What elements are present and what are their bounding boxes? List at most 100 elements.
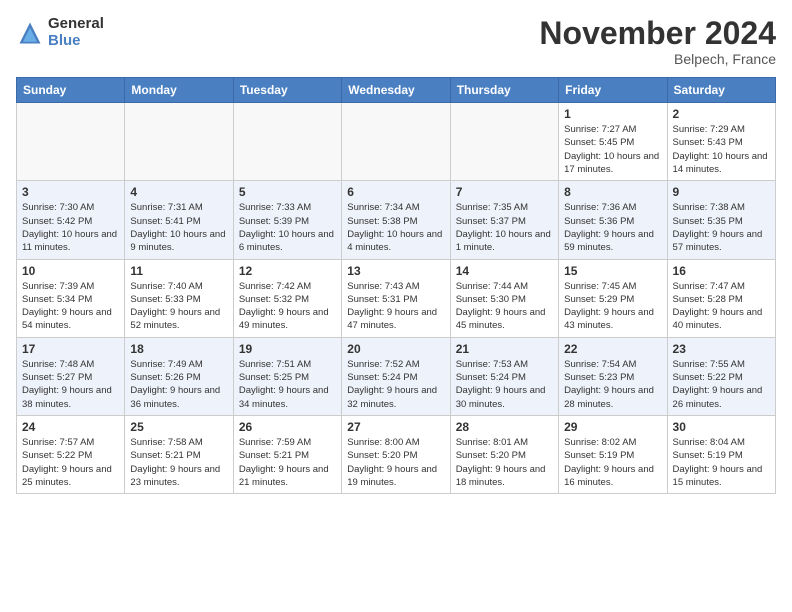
day-info: Sunrise: 7:39 AM Sunset: 5:34 PM Dayligh…: [22, 280, 119, 333]
calendar-cell: 21Sunrise: 7:53 AM Sunset: 5:24 PM Dayli…: [450, 337, 558, 415]
calendar-cell: 14Sunrise: 7:44 AM Sunset: 5:30 PM Dayli…: [450, 259, 558, 337]
calendar-week-4: 24 Sunrise: 7:57 AM Sunset: 5:22 PM Dayli…: [17, 415, 776, 493]
calendar-cell: 25Sunrise: 7:58 AM Sunset: 5:21 PM Dayli…: [125, 415, 233, 493]
calendar-cell: [125, 103, 233, 181]
day-info: Sunrise: 7:40 AM Sunset: 5:33 PM Dayligh…: [130, 280, 227, 333]
day-info: Sunrise: 8:01 AM Sunset: 5:20 PM Dayligh…: [456, 436, 553, 489]
day-info: Sunrise: 7:38 AM Sunset: 5:35 PM Dayligh…: [673, 201, 770, 254]
calendar-cell: 16 Sunrise: 7:47 AM Sunset: 5:28 PM Dayli…: [667, 259, 775, 337]
calendar-cell: 19 Sunrise: 7:51 AM Sunset: 5:25 PM Dayli…: [233, 337, 341, 415]
page: General Blue November 2024 Belpech, Fran…: [0, 0, 792, 506]
weekday-header-row: Sunday Monday Tuesday Wednesday Thursday…: [17, 78, 776, 103]
day-number: 30: [673, 420, 770, 434]
calendar-cell: 5 Sunrise: 7:33 AM Sunset: 5:39 PM Daylig…: [233, 181, 341, 259]
logo: General Blue: [16, 16, 104, 49]
day-info: Sunrise: 7:33 AM Sunset: 5:39 PM Dayligh…: [239, 201, 336, 254]
calendar-cell: 8Sunrise: 7:36 AM Sunset: 5:36 PM Daylig…: [559, 181, 667, 259]
day-number: 18: [130, 342, 227, 356]
day-info: Sunrise: 7:27 AM Sunset: 5:45 PM Dayligh…: [564, 123, 661, 176]
day-number: 12: [239, 264, 336, 278]
logo-text: General Blue: [48, 16, 104, 49]
calendar-cell: 17 Sunrise: 7:48 AM Sunset: 5:27 PM Dayli…: [17, 337, 125, 415]
day-number: 9: [673, 185, 770, 199]
title-block: November 2024 Belpech, France: [539, 16, 776, 67]
day-number: 6: [347, 185, 444, 199]
day-info: Sunrise: 7:43 AM Sunset: 5:31 PM Dayligh…: [347, 280, 444, 333]
calendar-cell: 11 Sunrise: 7:40 AM Sunset: 5:33 PM Dayli…: [125, 259, 233, 337]
logo-blue: Blue: [48, 33, 104, 50]
header-monday: Monday: [125, 78, 233, 103]
calendar-cell: 27Sunrise: 8:00 AM Sunset: 5:20 PM Dayli…: [342, 415, 450, 493]
day-number: 19: [239, 342, 336, 356]
day-info: Sunrise: 7:45 AM Sunset: 5:29 PM Dayligh…: [564, 280, 661, 333]
day-number: 3: [22, 185, 119, 199]
day-number: 29: [564, 420, 661, 434]
calendar-cell: 26 Sunrise: 7:59 AM Sunset: 5:21 PM Dayli…: [233, 415, 341, 493]
calendar-cell: [342, 103, 450, 181]
calendar-week-1: 3Sunrise: 7:30 AM Sunset: 5:42 PM Daylig…: [17, 181, 776, 259]
day-info: Sunrise: 7:49 AM Sunset: 5:26 PM Dayligh…: [130, 358, 227, 411]
day-info: Sunrise: 7:59 AM Sunset: 5:21 PM Dayligh…: [239, 436, 336, 489]
day-info: Sunrise: 7:48 AM Sunset: 5:27 PM Dayligh…: [22, 358, 119, 411]
day-info: Sunrise: 7:29 AM Sunset: 5:43 PM Dayligh…: [673, 123, 770, 176]
day-number: 11: [130, 264, 227, 278]
calendar-cell: 24 Sunrise: 7:57 AM Sunset: 5:22 PM Dayli…: [17, 415, 125, 493]
day-number: 22: [564, 342, 661, 356]
day-number: 21: [456, 342, 553, 356]
day-info: Sunrise: 7:35 AM Sunset: 5:37 PM Dayligh…: [456, 201, 553, 254]
calendar-cell: 10 Sunrise: 7:39 AM Sunset: 5:34 PM Dayli…: [17, 259, 125, 337]
day-number: 13: [347, 264, 444, 278]
day-info: Sunrise: 7:34 AM Sunset: 5:38 PM Dayligh…: [347, 201, 444, 254]
calendar-week-0: 1 Sunrise: 7:27 AM Sunset: 5:45 PM Daylig…: [17, 103, 776, 181]
day-info: Sunrise: 7:52 AM Sunset: 5:24 PM Dayligh…: [347, 358, 444, 411]
calendar-cell: 30 Sunrise: 8:04 AM Sunset: 5:19 PM Dayli…: [667, 415, 775, 493]
day-number: 20: [347, 342, 444, 356]
month-title: November 2024: [539, 16, 776, 51]
calendar-cell: 18 Sunrise: 7:49 AM Sunset: 5:26 PM Dayli…: [125, 337, 233, 415]
day-info: Sunrise: 7:57 AM Sunset: 5:22 PM Dayligh…: [22, 436, 119, 489]
day-number: 10: [22, 264, 119, 278]
day-info: Sunrise: 7:47 AM Sunset: 5:28 PM Dayligh…: [673, 280, 770, 333]
day-number: 25: [130, 420, 227, 434]
calendar-week-2: 10 Sunrise: 7:39 AM Sunset: 5:34 PM Dayli…: [17, 259, 776, 337]
day-info: Sunrise: 7:54 AM Sunset: 5:23 PM Dayligh…: [564, 358, 661, 411]
day-number: 5: [239, 185, 336, 199]
day-number: 26: [239, 420, 336, 434]
calendar-week-3: 17 Sunrise: 7:48 AM Sunset: 5:27 PM Dayli…: [17, 337, 776, 415]
day-number: 16: [673, 264, 770, 278]
day-info: Sunrise: 7:31 AM Sunset: 5:41 PM Dayligh…: [130, 201, 227, 254]
calendar-cell: 15 Sunrise: 7:45 AM Sunset: 5:29 PM Dayli…: [559, 259, 667, 337]
header-sunday: Sunday: [17, 78, 125, 103]
calendar-cell: 20 Sunrise: 7:52 AM Sunset: 5:24 PM Dayli…: [342, 337, 450, 415]
day-number: 15: [564, 264, 661, 278]
day-number: 2: [673, 107, 770, 121]
day-number: 28: [456, 420, 553, 434]
calendar-cell: [17, 103, 125, 181]
day-number: 24: [22, 420, 119, 434]
logo-icon: [16, 19, 44, 47]
day-number: 4: [130, 185, 227, 199]
day-info: Sunrise: 8:04 AM Sunset: 5:19 PM Dayligh…: [673, 436, 770, 489]
day-number: 1: [564, 107, 661, 121]
calendar-cell: 2 Sunrise: 7:29 AM Sunset: 5:43 PM Daylig…: [667, 103, 775, 181]
calendar-cell: 7Sunrise: 7:35 AM Sunset: 5:37 PM Daylig…: [450, 181, 558, 259]
day-info: Sunrise: 8:02 AM Sunset: 5:19 PM Dayligh…: [564, 436, 661, 489]
day-number: 17: [22, 342, 119, 356]
day-number: 8: [564, 185, 661, 199]
header-saturday: Saturday: [667, 78, 775, 103]
calendar-cell: 23Sunrise: 7:55 AM Sunset: 5:22 PM Dayli…: [667, 337, 775, 415]
calendar-cell: 22 Sunrise: 7:54 AM Sunset: 5:23 PM Dayli…: [559, 337, 667, 415]
logo-general: General: [48, 16, 104, 33]
day-number: 23: [673, 342, 770, 356]
day-info: Sunrise: 7:44 AM Sunset: 5:30 PM Dayligh…: [456, 280, 553, 333]
calendar-cell: 6 Sunrise: 7:34 AM Sunset: 5:38 PM Daylig…: [342, 181, 450, 259]
header: General Blue November 2024 Belpech, Fran…: [16, 16, 776, 67]
calendar-cell: 1 Sunrise: 7:27 AM Sunset: 5:45 PM Daylig…: [559, 103, 667, 181]
calendar-cell: 4 Sunrise: 7:31 AM Sunset: 5:41 PM Daylig…: [125, 181, 233, 259]
calendar-table: Sunday Monday Tuesday Wednesday Thursday…: [16, 77, 776, 494]
day-info: Sunrise: 7:51 AM Sunset: 5:25 PM Dayligh…: [239, 358, 336, 411]
calendar-cell: 3Sunrise: 7:30 AM Sunset: 5:42 PM Daylig…: [17, 181, 125, 259]
calendar-cell: 29 Sunrise: 8:02 AM Sunset: 5:19 PM Dayli…: [559, 415, 667, 493]
calendar-cell: 12Sunrise: 7:42 AM Sunset: 5:32 PM Dayli…: [233, 259, 341, 337]
calendar-cell: [233, 103, 341, 181]
